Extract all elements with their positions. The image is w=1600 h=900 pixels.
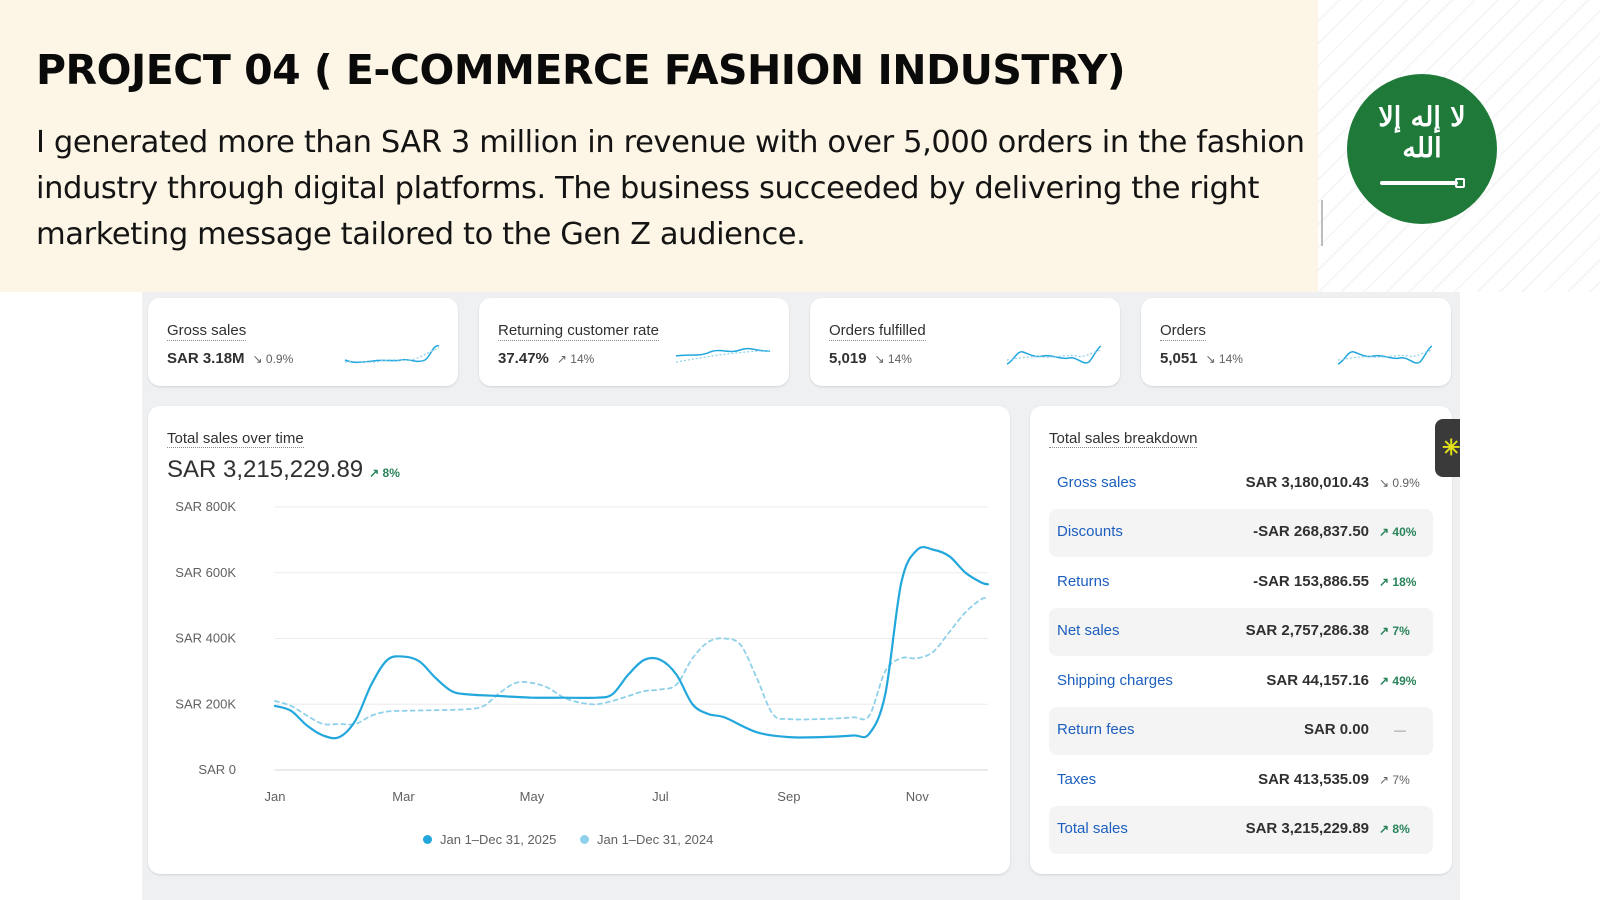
sparkline-chart (675, 347, 771, 363)
series-line-2024 (274, 597, 989, 726)
breakdown-row: Return fees SAR 0.00 — (1049, 707, 1433, 755)
kpi-value: 5,051 ↘ 14% (1160, 350, 1243, 367)
breakdown-amount: SAR 2,757,286.38 (1245, 622, 1369, 639)
kpi-card-gross-sales[interactable]: Gross sales SAR 3.18M ↘ 0.9% (148, 298, 458, 386)
sparkline-chart (1006, 345, 1102, 365)
legend-item-2024[interactable]: Jan 1–Dec 31, 2024 (580, 832, 713, 847)
page-title: PROJECT 04 ( E-COMMERCE FASHION INDUSTRY… (36, 46, 1126, 94)
breakdown-row: Net sales SAR 2,757,286.38 ↗ 7% (1049, 608, 1433, 656)
legend-dot-icon (580, 835, 589, 844)
y-tick-label: SAR 200K (175, 696, 236, 711)
breakdown-delta: ↗ 8% (1379, 822, 1410, 836)
hero-banner: PROJECT 04 ( E-COMMERCE FASHION INDUSTRY… (0, 0, 1318, 292)
y-tick-label: SAR 0 (198, 762, 236, 777)
side-divider (1318, 200, 1326, 250)
breakdown-amount: -SAR 268,837.50 (1253, 523, 1369, 540)
breakdown-delta: ↘ 0.9% (1379, 476, 1420, 490)
flag-sword-hilt-icon (1455, 178, 1465, 188)
kpi-delta: ↘ 14% (874, 352, 912, 366)
breakdown-row: Total sales SAR 3,215,229.89 ↗ 8% (1049, 806, 1433, 854)
breakdown-label-net-sales[interactable]: Net sales (1057, 622, 1120, 639)
breakdown-label-taxes[interactable]: Taxes (1057, 771, 1096, 788)
series-line-2025 (273, 545, 990, 740)
flag-script: لا إله إلا الله (1378, 102, 1467, 164)
kpi-value: 5,019 ↘ 14% (829, 350, 912, 367)
breakdown-delta: ↗ 18% (1379, 575, 1417, 589)
breakdown-label-shipping-charges[interactable]: Shipping charges (1057, 672, 1173, 689)
sparkle-icon: ✳ (1442, 435, 1461, 460)
chart-legend: Jan 1–Dec 31, 2025 Jan 1–Dec 31, 2024 (423, 832, 733, 847)
y-tick-label: SAR 600K (175, 565, 236, 580)
breakdown-delta: ↗ 49% (1379, 674, 1417, 688)
kpi-label[interactable]: Orders fulfilled (829, 322, 926, 341)
y-tick-label: SAR 400K (175, 631, 236, 646)
breakdown-label-gross-sales[interactable]: Gross sales (1057, 474, 1136, 491)
hero-description: I generated more than SAR 3 million in r… (36, 125, 1305, 252)
breakdown-amount: SAR 44,157.16 (1266, 672, 1369, 689)
kpi-value: SAR 3.18M ↘ 0.9% (167, 350, 294, 367)
kpi-value: 37.47% ↗ 14% (498, 350, 595, 367)
x-tick-label: Jul (652, 789, 669, 804)
breakdown-delta: ↗ 7% (1379, 773, 1410, 787)
breakdown-label-total-sales[interactable]: Total sales (1057, 820, 1128, 837)
legend-item-2025[interactable]: Jan 1–Dec 31, 2025 (423, 832, 556, 847)
sales-line-chart: SAR 0 SAR 200K SAR 400K SAR 600K SAR 800K Jan… (175, 499, 990, 804)
analytics-dashboard: Gross sales SAR 3.18M ↘ 0.9% Returning cu… (142, 292, 1460, 900)
breakdown-label-returns[interactable]: Returns (1057, 573, 1110, 590)
kpi-card-orders-fulfilled[interactable]: Orders fulfilled 5,019 ↘ 14% (810, 298, 1120, 386)
breakdown-amount: SAR 0.00 (1303, 721, 1369, 738)
kpi-delta: ↗ 14% (556, 352, 595, 366)
x-tick-label: Mar (392, 789, 415, 804)
sparkline-chart (1337, 345, 1433, 365)
x-tick-label: Sep (777, 789, 800, 804)
sales-breakdown-card: Total sales breakdown Gross sales SAR 3,… (1030, 406, 1452, 874)
sidekick-tab-button[interactable]: ✳ (1435, 419, 1460, 477)
breakdown-row: Gross sales SAR 3,180,010.43 ↘ 0.9% (1049, 460, 1433, 508)
breakdown-delta: ↗ 7% (1379, 624, 1410, 638)
breakdown-amount: SAR 3,180,010.43 (1245, 474, 1369, 491)
breakdown-label-return-fees[interactable]: Return fees (1057, 721, 1135, 738)
legend-dot-icon (423, 835, 432, 844)
breakdown-row: Returns -SAR 153,886.55 ↗ 18% (1049, 559, 1433, 607)
breakdown-row: Taxes SAR 413,535.09 ↗ 7% (1049, 757, 1433, 805)
kpi-label[interactable]: Orders (1160, 322, 1206, 341)
breakdown-row: Shipping charges SAR 44,157.16 ↗ 49% (1049, 658, 1433, 706)
kpi-label[interactable]: Returning customer rate (498, 322, 659, 341)
breakdown-amount: SAR 3,215,229.89 (1245, 820, 1369, 837)
breakdown-amount: SAR 413,535.09 (1258, 771, 1369, 788)
x-tick-label: May (520, 789, 545, 804)
sales-over-time-card: Total sales over time SAR 3,215,229.89 ↗ … (148, 406, 1010, 874)
flag-sword-icon (1380, 181, 1458, 185)
kpi-delta: ↘ 14% (1205, 352, 1243, 366)
x-tick-label: Nov (906, 789, 930, 804)
sparkline-chart (344, 345, 440, 364)
sales-breakdown-title[interactable]: Total sales breakdown (1049, 430, 1198, 448)
kpi-delta: ↘ 0.9% (252, 352, 294, 366)
kpi-card-orders[interactable]: Orders 5,051 ↘ 14% (1141, 298, 1451, 386)
kpi-label[interactable]: Gross sales (167, 322, 247, 341)
breakdown-label-discounts[interactable]: Discounts (1057, 523, 1123, 540)
breakdown-delta: ↗ 40% (1379, 525, 1417, 539)
breakdown-amount: -SAR 153,886.55 (1253, 573, 1369, 590)
kpi-card-returning-customer-rate[interactable]: Returning customer rate 37.47% ↗ 14% (479, 298, 789, 386)
y-tick-label: SAR 800K (175, 499, 236, 514)
breakdown-row: Discounts -SAR 268,837.50 ↗ 40% (1049, 509, 1433, 557)
breakdown-delta: — (1394, 723, 1406, 737)
x-tick-label: Jan (265, 789, 286, 804)
